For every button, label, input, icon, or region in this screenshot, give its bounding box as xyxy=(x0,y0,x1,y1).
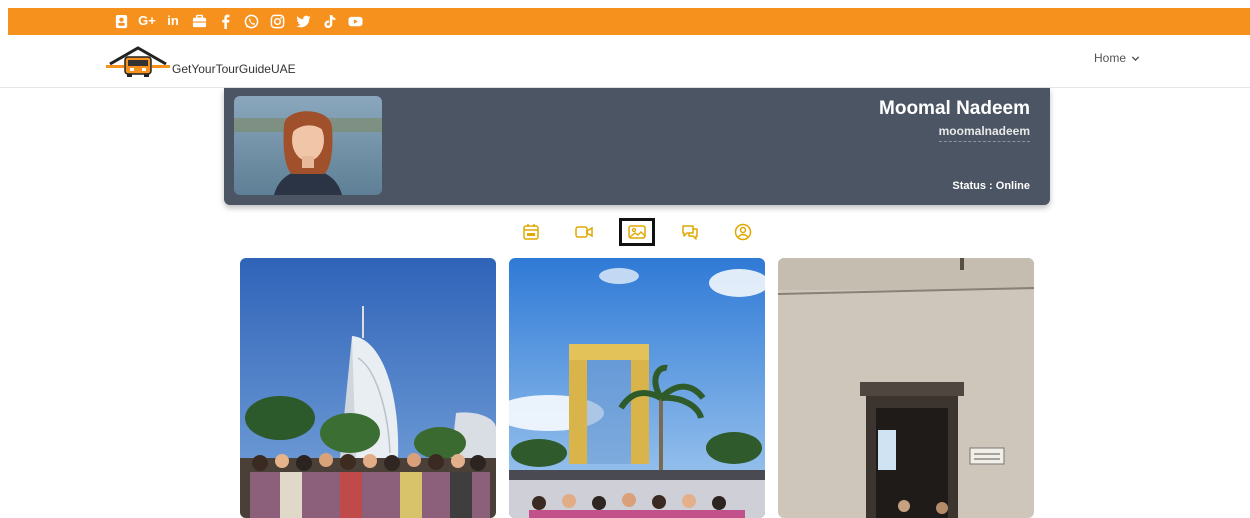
chat-icon xyxy=(682,225,698,240)
social-bar: G+ in xyxy=(8,8,1250,35)
contacts-icon[interactable] xyxy=(113,13,129,29)
logo-text: GetYourTourGuideUAE xyxy=(172,62,296,76)
social-links: G+ in xyxy=(113,13,363,29)
home-menu[interactable]: Home xyxy=(1094,51,1140,65)
home-menu-label: Home xyxy=(1094,51,1127,65)
profile-name: Moomal Nadeem xyxy=(879,98,1030,119)
profile-username: moomalnadeem xyxy=(938,124,1030,142)
tiktok-icon[interactable] xyxy=(321,13,337,29)
google-plus-icon[interactable]: G+ xyxy=(138,13,156,29)
photo-gallery xyxy=(0,258,1250,518)
briefcase-icon[interactable] xyxy=(191,13,207,29)
chevron-down-icon xyxy=(1131,55,1140,61)
avatar xyxy=(234,96,382,195)
tab-chat[interactable] xyxy=(672,218,708,246)
facebook-icon[interactable] xyxy=(217,13,233,29)
calendar-icon xyxy=(523,224,539,240)
linkedin-icon[interactable]: in xyxy=(165,13,181,29)
twitter-icon[interactable] xyxy=(295,13,311,29)
profile-card: Moomal Nadeem moomalnadeem Status : Onli… xyxy=(224,88,1050,205)
tab-gallery[interactable] xyxy=(619,218,655,246)
tab-calendar[interactable] xyxy=(513,218,549,246)
whatsapp-icon[interactable] xyxy=(243,13,259,29)
tab-video[interactable] xyxy=(566,218,602,246)
status-badge: Status : Online xyxy=(952,180,1030,192)
image-icon xyxy=(628,225,646,239)
logo-van-icon xyxy=(106,46,170,77)
gallery-photo[interactable] xyxy=(778,258,1034,518)
tab-profile[interactable] xyxy=(725,218,761,246)
user-icon xyxy=(734,223,752,241)
profile-tabs xyxy=(0,218,1250,246)
youtube-icon[interactable] xyxy=(347,13,363,29)
video-icon xyxy=(575,226,593,238)
instagram-icon[interactable] xyxy=(269,13,285,29)
navbar: GetYourTourGuideUAE Home xyxy=(0,35,1250,88)
gallery-photo[interactable] xyxy=(509,258,765,518)
gallery-photo[interactable] xyxy=(240,258,496,518)
site-logo[interactable]: GetYourTourGuideUAE xyxy=(106,46,296,78)
